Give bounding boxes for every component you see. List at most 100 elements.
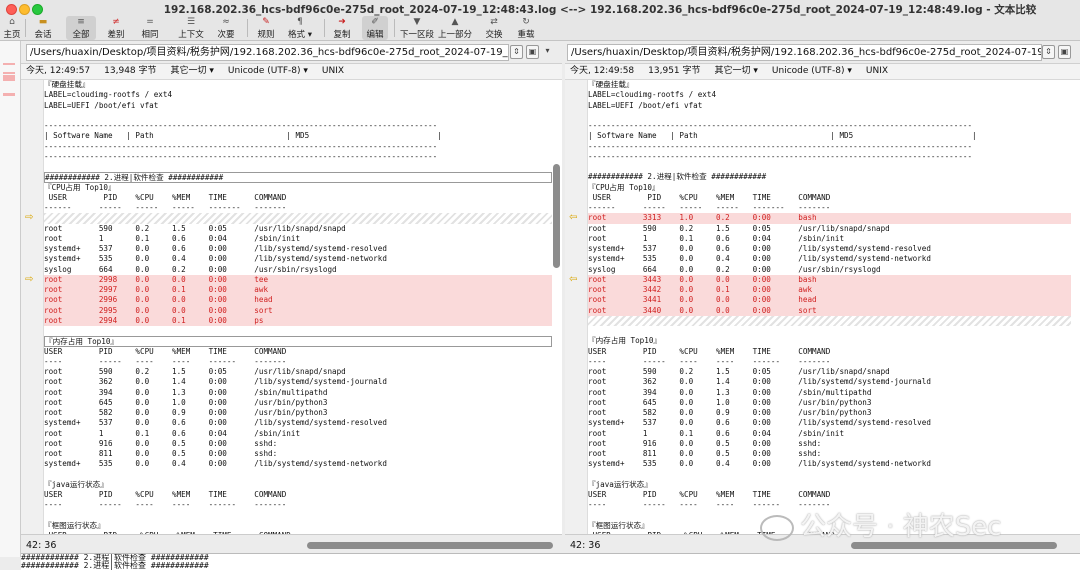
home-icon: ⌂ <box>9 17 15 27</box>
left-vertical-scrollbar[interactable] <box>553 80 560 535</box>
right-save-icon[interactable]: ▣ <box>1058 45 1071 59</box>
left-save-icon[interactable]: ▣ <box>526 45 539 59</box>
diff-arrow-icon[interactable]: ⇦ <box>569 274 577 285</box>
code-line: 『java运行状态』 <box>588 479 652 489</box>
chevron-down-icon: ▾ <box>305 30 312 40</box>
left-encoding-dropdown[interactable]: Unicode (UTF-8) ▾ <box>228 66 308 76</box>
diff-arrow-icon[interactable]: ⇨ <box>25 274 33 285</box>
diff-icon: ≠ <box>112 17 120 27</box>
edit-button[interactable]: ✐ 编辑 <box>362 16 388 40</box>
code-line: 『内存占用 Top10』 <box>588 336 661 346</box>
left-pane[interactable]: /Users/huaxin/Desktop/项目资料/税务护网/192.168.… <box>21 41 562 557</box>
diff-button[interactable]: ≠ 差别 <box>104 16 128 40</box>
code-line: 『java运行状态』 <box>44 479 108 489</box>
code-line: systemd+ 537 0.0 0.6 0:00 /lib/systemd/s… <box>588 418 931 428</box>
code-line <box>588 315 1071 326</box>
context-icon: ☰ <box>186 17 196 27</box>
code-line: systemd+ 535 0.0 0.4 0:00 /lib/systemd/s… <box>44 459 387 469</box>
code-line: root 916 0.0 0.5 0:00 sshd: <box>44 438 278 448</box>
code-line: USER PID %CPU %MEM TIME COMMAND <box>588 346 831 356</box>
code-line: root 1 0.1 0.6 0:04 /sbin/init <box>44 428 301 438</box>
rules-button[interactable]: ✎ 规则 <box>254 16 278 40</box>
code-line: | Software Name | Path | MD5 | <box>44 131 442 141</box>
reload-button[interactable]: ↻ 重载 <box>514 16 538 40</box>
code-line: systemd+ 535 0.0 0.4 0:00 /lib/systemd/s… <box>588 459 931 469</box>
code-line: root 916 0.0 0.5 0:00 sshd: <box>588 438 822 448</box>
right-horizontal-scrollbar[interactable] <box>851 542 1057 549</box>
next-section-button[interactable]: ▼ 下一区段 <box>400 16 434 40</box>
right-browse-icon[interactable]: ⇕ <box>1042 45 1055 59</box>
code-line: root 590 0.2 1.5 0:05 /usr/lib/snapd/sna… <box>44 223 346 233</box>
merge-output-panel[interactable]: ############ 2.进程|软件检查 ############ ####… <box>21 553 1080 570</box>
left-gutter: ⇨ ⇨ <box>21 80 44 535</box>
code-line: root 362 0.0 1.4 0:00 /lib/systemd/syste… <box>588 377 931 387</box>
minor-button[interactable]: ≈ 次要 <box>214 16 238 40</box>
window-title: 192.168.202.36_hcs-bdf96c0e-275d_root_20… <box>163 4 1037 16</box>
left-text-view[interactable]: 『硬盘挂载』 LABEL=cloudimg-rootfs / ext4 LABEL=… <box>44 80 552 535</box>
left-browse-icon[interactable]: ⇕ <box>510 45 523 59</box>
swap-button[interactable]: ⇄ 交换 <box>482 16 506 40</box>
code-line: root 394 0.0 1.3 0:00 /sbin/multipathd <box>44 387 328 397</box>
copy-button[interactable]: ➜ 复制 <box>330 16 354 40</box>
title-bar: 192.168.202.36_hcs-bdf96c0e-275d_root_20… <box>0 0 1080 16</box>
diff-arrow-icon[interactable]: ⇨ <box>25 213 33 223</box>
diff-line: root 3441 0.0 0.0 0:00 head <box>588 295 1071 306</box>
right-file-time: 今天, 12:49:58 <box>570 66 635 76</box>
left-menu-chevron-icon[interactable]: ▾ <box>542 45 553 57</box>
code-line: ---- ----- ---- ---- ------ ------- <box>44 500 287 510</box>
minor-icon: ≈ <box>222 17 230 27</box>
diff-arrow-icon[interactable]: ⇦ <box>569 213 577 223</box>
left-other-dropdown[interactable]: 其它一切 ▾ <box>171 66 214 76</box>
code-line: systemd+ 535 0.0 0.4 0:00 /lib/systemd/s… <box>44 254 387 264</box>
diff-line: root 2997 0.0 0.1 0:00 awk <box>44 285 552 296</box>
right-other-dropdown[interactable]: 其它一切 ▾ <box>715 66 758 76</box>
left-path-bar: /Users/huaxin/Desktop/项目资料/税务护网/192.168.… <box>21 41 562 64</box>
right-encoding-dropdown[interactable]: Unicode (UTF-8) ▾ <box>772 66 852 76</box>
code-line: syslog 664 0.0 0.2 0:00 /usr/sbin/rsyslo… <box>588 264 881 274</box>
code-line: root 582 0.0 0.9 0:00 /usr/bin/python3 <box>588 408 872 417</box>
copy-icon: ➜ <box>338 17 346 27</box>
right-pane[interactable]: /Users/huaxin/Desktop/项目资料/税务护网/192.168.… <box>565 41 1080 557</box>
diff-line: root 2998 0.0 0.0 0:00 tee <box>44 274 552 285</box>
format-button[interactable]: ¶ 格式 ▾ <box>284 16 316 40</box>
right-gutter: ⇦ ⇦ <box>565 80 588 535</box>
diff-line: root 3440 0.0 0.0 0:00 sort <box>588 305 1071 316</box>
diff-line: root 3442 0.0 0.1 0:00 awk <box>588 285 1071 296</box>
code-line: root 582 0.0 0.9 0:00 /usr/bin/python3 <box>44 408 328 417</box>
code-line: 『硬盘挂载』 <box>588 80 634 89</box>
prev-section-icon: ▲ <box>451 17 459 27</box>
diff-line: root 2996 0.0 0.0 0:00 head <box>44 295 552 306</box>
code-line: root 590 0.2 1.5 0:05 /usr/lib/snapd/sna… <box>588 367 890 376</box>
prev-section-button[interactable]: ▲ 上一部分 <box>438 16 472 40</box>
code-line: ############ 2.进程|软件检查 ############ <box>44 172 552 183</box>
same-icon: = <box>146 17 154 27</box>
code-line: root 362 0.0 1.4 0:00 /lib/systemd/syste… <box>44 377 387 387</box>
same-button[interactable]: = 相同 <box>138 16 162 40</box>
right-eol: UNIX <box>865 66 889 76</box>
toolbar: ⌂ 主页 ▬ 会话 ≡ 全部 ≠ 差别 = 相同 ☰ 上下文 ≈ 次要 ✎ 规则 ¶ 格式 ▾ ➜… <box>0 16 1080 41</box>
right-text-view[interactable]: 『硬盘挂载』 LABEL=cloudimg-rootfs / ext4 LABEL=… <box>588 80 1071 535</box>
rules-icon: ✎ <box>262 17 270 27</box>
code-line: USER PID %CPU %MEM TIME COMMAND <box>44 490 287 499</box>
session-button[interactable]: ▬ 会话 <box>32 16 54 40</box>
code-line: ---- ----- ---- ---- ------ ------- <box>44 356 287 366</box>
all-button[interactable]: ≡ 全部 <box>66 16 96 40</box>
overview-thumbnail[interactable] <box>0 41 21 557</box>
context-button[interactable]: ☰ 上下文 <box>176 16 206 40</box>
home-button[interactable]: ⌂ 主页 <box>2 16 22 40</box>
right-file-path[interactable]: /Users/huaxin/Desktop/项目资料/税务护网/192.168.… <box>567 44 1042 61</box>
code-line: ----------------------------------------… <box>588 121 973 130</box>
code-line: ----------------------------------------… <box>44 141 438 151</box>
right-info-bar: 今天, 12:49:58 13,951 字节 其它一切 ▾ Unicode (UTF-… <box>565 64 1080 80</box>
code-line: ---- ----- ---- ---- ------ ------- <box>588 356 831 366</box>
left-file-path[interactable]: /Users/huaxin/Desktop/项目资料/税务护网/192.168.… <box>26 44 509 61</box>
code-line: root 1 0.1 0.6 0:04 /sbin/init <box>588 428 845 438</box>
right-path-bar: /Users/huaxin/Desktop/项目资料/税务护网/192.168.… <box>565 41 1080 64</box>
left-horizontal-scrollbar[interactable] <box>307 542 553 549</box>
watermark: 公众号 · 神农Sec <box>760 506 1002 543</box>
